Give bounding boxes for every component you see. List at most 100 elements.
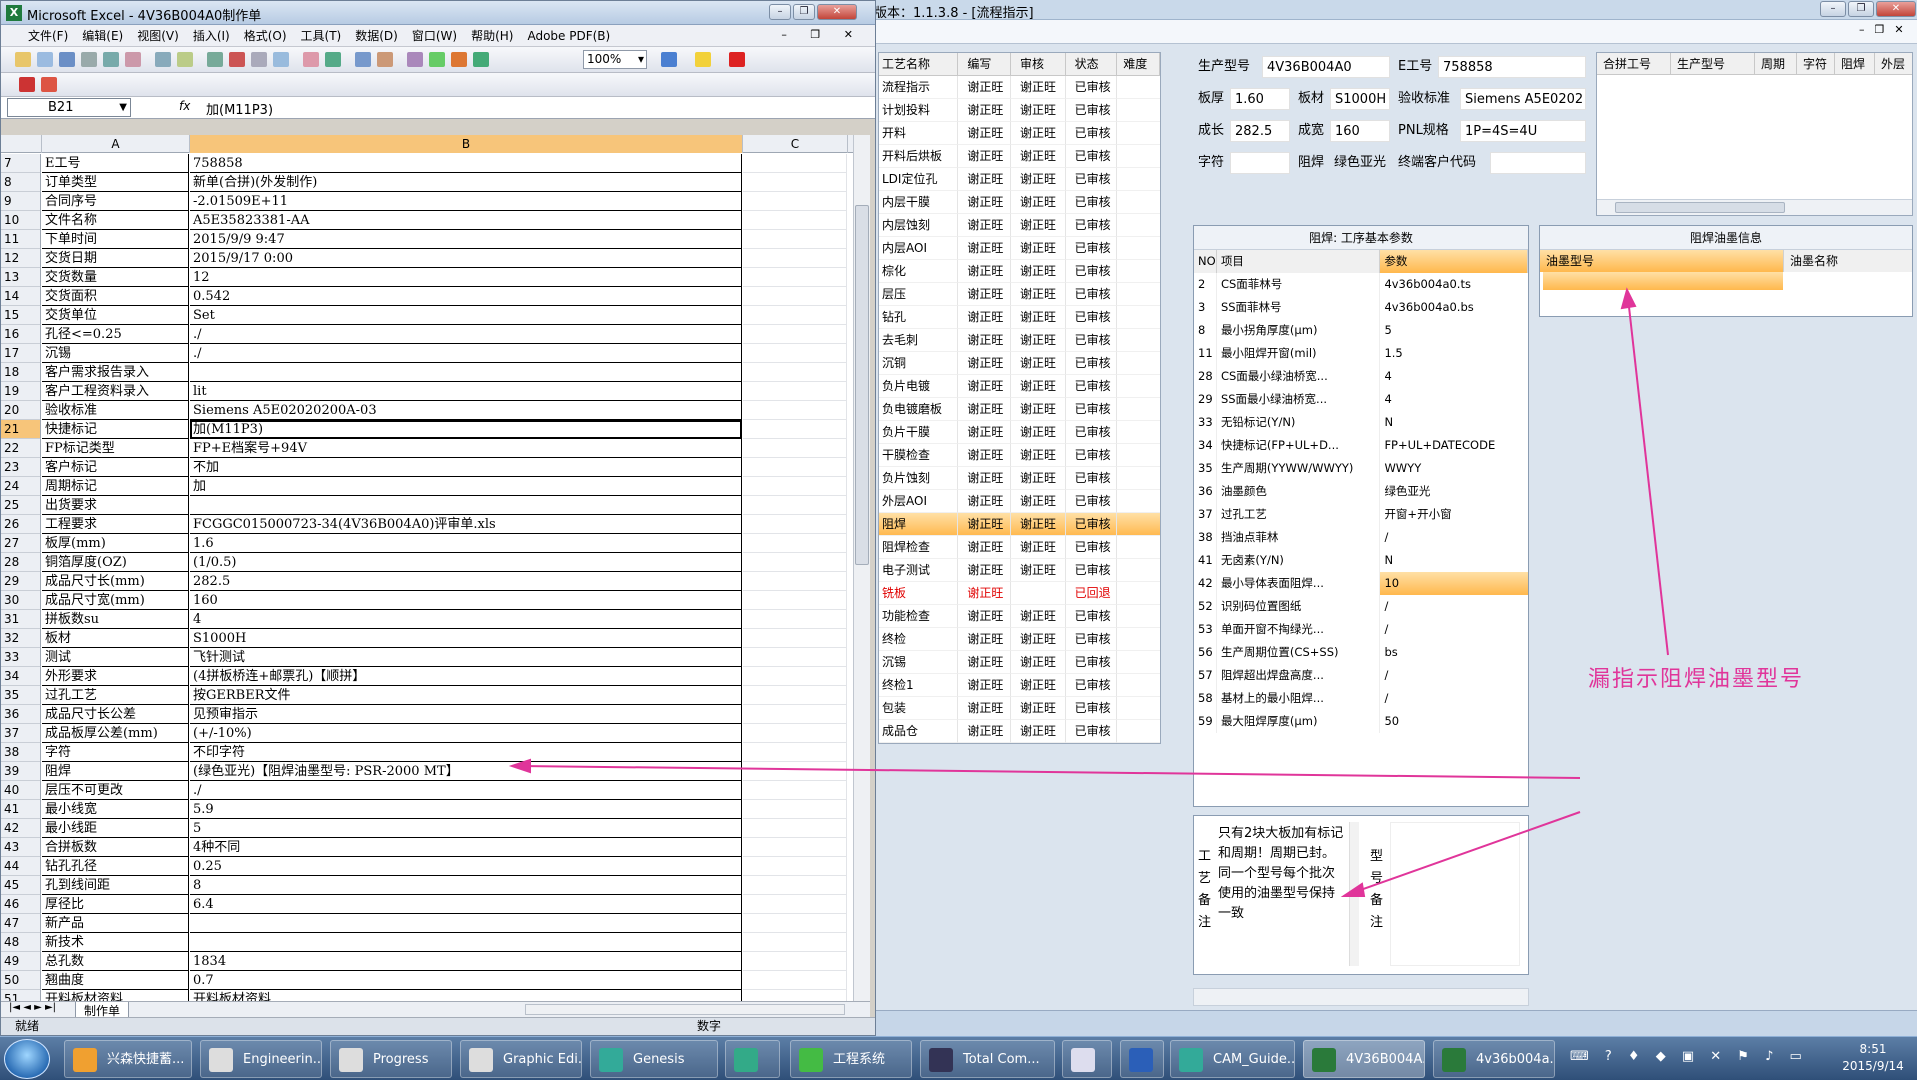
format-painter-icon[interactable] [273,52,289,67]
menu-item-2[interactable]: 视图(V) [130,27,186,44]
spelling-icon[interactable] [155,52,171,67]
help-icon[interactable] [661,52,677,67]
cell-b[interactable]: 0.542 [190,287,742,306]
merge-hscroll-thumb[interactable] [1615,202,1785,213]
cell-b[interactable]: Set [190,306,742,325]
row-number[interactable]: 7 [1,154,41,173]
cell-a[interactable]: 验收标准 [42,401,189,420]
menu-item-8[interactable]: 帮助(H) [464,27,520,44]
cell-c[interactable] [743,173,847,192]
cell-b[interactable]: (4拼板桥连+邮票孔)【顺拼】 [190,667,742,686]
col-item[interactable]: 项目 [1216,250,1381,273]
col-merge-model[interactable]: 生产型号 [1671,53,1755,74]
thickness-field[interactable]: 1.60 [1230,88,1290,110]
taskbar-item[interactable]: Total Com... [920,1040,1055,1078]
menu-item-5[interactable]: 工具(T) [294,27,349,44]
row-number[interactable]: 15 [1,306,41,325]
cell-a[interactable]: E工号 [42,154,189,173]
start-button[interactable] [4,1039,50,1079]
cell-a[interactable]: 翘曲度 [42,971,189,990]
cell-a[interactable]: 阻焊 [42,762,189,781]
col-param[interactable]: 参数 [1380,250,1528,273]
param-row[interactable]: 57 阻焊超出焊盘高度... / [1194,664,1528,687]
param-row[interactable]: 42 最小导体表面阻焊... 10 [1194,572,1528,595]
cell-a[interactable]: 订单类型 [42,173,189,192]
cell-c[interactable] [743,857,847,876]
chart-icon[interactable] [451,52,467,67]
cell-b[interactable]: 4 [190,610,742,629]
col-merge-char[interactable]: 字符 [1797,53,1835,74]
cell-b[interactable]: 不加 [190,458,742,477]
model-remark-text[interactable] [1390,822,1520,966]
name-box[interactable]: B21 ▼ [7,98,131,117]
menu-item-0[interactable]: 文件(F) [21,27,75,44]
excel-restore-icon[interactable]: ❐ [793,4,815,20]
param-row[interactable]: 8 最小拐角厚度(μm) 5 [1194,319,1528,342]
cell-a[interactable]: 合拼板数 [42,838,189,857]
row-number[interactable]: 27 [1,534,41,553]
cell-a[interactable]: 沉锡 [42,344,189,363]
row-number[interactable]: 43 [1,838,41,857]
row-number[interactable]: 30 [1,591,41,610]
cell-c[interactable] [743,667,847,686]
process-row[interactable]: 计划投料 谢正旺 谢正旺 已审核 [879,99,1160,122]
row-number[interactable]: 25 [1,496,41,515]
paste-icon[interactable] [251,52,267,67]
cell-b[interactable]: Siemens A5E02020200A-03 [190,401,742,420]
mdi-minimize-icon[interactable]: – [1859,23,1865,36]
cell-a[interactable]: 客户工程资料录入 [42,382,189,401]
cell-c[interactable] [743,762,847,781]
system-tray-icons[interactable]: ⌨ ? ♦ ◆ ▣ ✕ ⚑ ♪ ▭ [1570,1049,1808,1064]
row-number[interactable]: 26 [1,515,41,534]
cell-a[interactable]: FP标记类型 [42,439,189,458]
cell-a[interactable]: 过孔工艺 [42,686,189,705]
cell-c[interactable] [743,477,847,496]
cell-c[interactable] [743,648,847,667]
cell-b[interactable] [190,363,742,382]
cell-a[interactable]: 新技术 [42,933,189,952]
cell-b[interactable]: ./ [190,781,742,800]
restore-icon[interactable]: ❐ [1848,1,1874,17]
process-row[interactable]: 成品仓 谢正旺 谢正旺 已审核 [879,720,1160,743]
vscroll-thumb[interactable] [855,205,869,565]
col-no[interactable]: NO [1194,250,1217,273]
col-header-b[interactable]: B [190,135,743,153]
cell-b[interactable]: 2015/9/9 9:47 [190,230,742,249]
row-number[interactable]: 41 [1,800,41,819]
cell-c[interactable] [743,933,847,952]
copy-icon[interactable] [229,52,245,67]
open-icon[interactable] [37,52,53,67]
taskbar-item[interactable]: Engineerin... [200,1040,322,1078]
fill-color-icon[interactable] [695,52,711,67]
process-row[interactable]: 负电镀磨板 谢正旺 谢正旺 已审核 [879,398,1160,421]
cell-b[interactable]: 按GERBER文件 [190,686,742,705]
permission-icon[interactable] [81,52,97,67]
cell-b[interactable]: 12 [190,268,742,287]
cell-b[interactable]: (+/-10%) [190,724,742,743]
menu-item-3[interactable]: 插入(I) [186,27,237,44]
cell-c[interactable] [743,534,847,553]
cell-c[interactable] [743,838,847,857]
cell-a[interactable]: 开料板材资料 [42,990,189,1001]
ink-empty-row[interactable] [1543,272,1783,290]
cell-c[interactable] [743,154,847,173]
process-row[interactable]: 钻孔 谢正旺 谢正旺 已审核 [879,306,1160,329]
cell-c[interactable] [743,439,847,458]
cell-b[interactable]: -2.01509E+11 [190,192,742,211]
redo-icon[interactable] [325,52,341,67]
cell-a[interactable]: 下单时间 [42,230,189,249]
select-all-corner[interactable] [1,135,42,153]
cell-a[interactable]: 总孔数 [42,952,189,971]
cell-a[interactable]: 成品尺寸长(mm) [42,572,189,591]
row-number[interactable]: 44 [1,857,41,876]
process-row[interactable]: 层压 谢正旺 谢正旺 已审核 [879,283,1160,306]
cell-c[interactable] [743,990,847,1001]
row-number[interactable]: 20 [1,401,41,420]
worksheet-hscroll[interactable] [525,1004,845,1015]
param-row[interactable]: 37 过孔工艺 开窗+开小窗 [1194,503,1528,526]
row-number[interactable]: 31 [1,610,41,629]
row-number[interactable]: 40 [1,781,41,800]
cell-b[interactable] [190,914,742,933]
worksheet-vscroll[interactable] [853,135,870,1001]
row-number[interactable]: 34 [1,667,41,686]
